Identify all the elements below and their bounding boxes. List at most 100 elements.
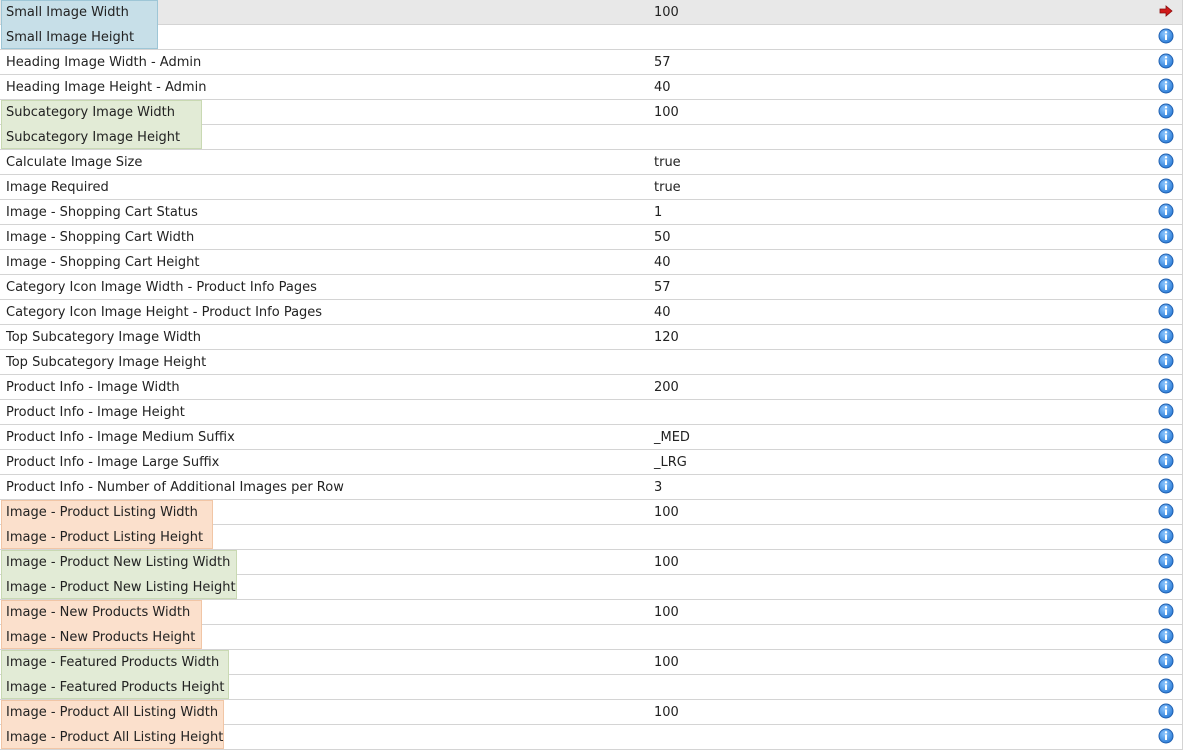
config-row[interactable]: Image - Product New Listing Width 100 (0, 550, 1183, 575)
config-row[interactable]: Subcategory Image Height (0, 124, 1183, 150)
config-row[interactable]: Image - New Products Height (0, 624, 1183, 650)
config-title: Image - New Products Width (6, 605, 191, 620)
info-icon[interactable] (1158, 103, 1174, 119)
config-value: 100 (654, 105, 679, 120)
config-title: Image - Product New Listing Width (6, 555, 231, 570)
config-value: 200 (654, 380, 679, 395)
config-value: 100 (654, 505, 679, 520)
config-title: Image - Product All Listing Height (6, 730, 224, 745)
config-row[interactable]: Product Info - Image Medium Suffix _MED (0, 425, 1183, 450)
config-row[interactable]: Image - Product All Listing Width 100 (0, 700, 1183, 725)
config-row[interactable]: Image - Product Listing Width 100 (0, 500, 1183, 525)
config-title: Heading Image Height - Admin (6, 80, 207, 95)
config-row[interactable]: Image - New Products Width 100 (0, 600, 1183, 625)
config-value: 3 (654, 480, 663, 495)
configuration-table: Small Image Width 100 Small Image Height He… (0, 0, 1183, 750)
config-title: Product Info - Image Medium Suffix (6, 430, 235, 445)
info-icon[interactable] (1158, 28, 1174, 44)
config-title: Heading Image Width - Admin (6, 55, 202, 70)
info-icon[interactable] (1158, 678, 1174, 694)
config-title: Image Required (6, 180, 109, 195)
info-icon[interactable] (1158, 128, 1174, 144)
config-row[interactable]: Small Image Width 100 (0, 0, 1183, 25)
config-title: Image - Shopping Cart Status (6, 205, 198, 220)
info-icon[interactable] (1158, 453, 1174, 469)
config-title: Small Image Height (6, 30, 135, 45)
info-icon[interactable] (1158, 628, 1174, 644)
config-title: Image - Shopping Cart Height (6, 255, 200, 270)
config-title: Image - Shopping Cart Width (6, 230, 195, 245)
arrow-right-icon[interactable] (1158, 3, 1174, 19)
config-row[interactable]: Top Subcategory Image Height (0, 350, 1183, 375)
config-title: Product Info - Number of Additional Imag… (6, 480, 344, 495)
config-title: Image - New Products Height (6, 630, 196, 645)
config-row[interactable]: Category Icon Image Height - Product Inf… (0, 300, 1183, 325)
config-row[interactable]: Image - Featured Products Width 100 (0, 650, 1183, 675)
config-title: Subcategory Image Width (6, 105, 175, 120)
config-row[interactable]: Subcategory Image Width 100 (0, 100, 1183, 125)
info-icon[interactable] (1158, 328, 1174, 344)
config-row[interactable]: Category Icon Image Width - Product Info… (0, 275, 1183, 300)
config-title: Calculate Image Size (6, 155, 143, 170)
info-icon[interactable] (1158, 78, 1174, 94)
info-icon[interactable] (1158, 178, 1174, 194)
info-icon[interactable] (1158, 253, 1174, 269)
config-value: 100 (654, 555, 679, 570)
config-row[interactable]: Product Info - Image Width 200 (0, 375, 1183, 400)
info-icon[interactable] (1158, 353, 1174, 369)
info-icon[interactable] (1158, 303, 1174, 319)
config-title: Subcategory Image Height (6, 130, 181, 145)
info-icon[interactable] (1158, 653, 1174, 669)
info-icon[interactable] (1158, 503, 1174, 519)
config-row[interactable]: Image - Shopping Cart Height 40 (0, 250, 1183, 275)
config-row[interactable]: Product Info - Image Large Suffix _LRG (0, 450, 1183, 475)
config-value: 50 (654, 230, 671, 245)
config-row[interactable]: Image - Product New Listing Height (0, 574, 1183, 600)
config-value: 57 (654, 280, 671, 295)
config-value: 100 (654, 5, 679, 20)
config-row[interactable]: Image - Shopping Cart Width 50 (0, 225, 1183, 250)
config-title: Image - Featured Products Width (6, 655, 220, 670)
info-icon[interactable] (1158, 403, 1174, 419)
info-icon[interactable] (1158, 528, 1174, 544)
info-icon[interactable] (1158, 703, 1174, 719)
config-title: Image - Product New Listing Height (6, 580, 236, 595)
config-row[interactable]: Heading Image Height - Admin 40 (0, 75, 1183, 100)
config-row[interactable]: Image - Featured Products Height (0, 674, 1183, 700)
info-icon[interactable] (1158, 53, 1174, 69)
config-title: Image - Product Listing Height (6, 530, 204, 545)
info-icon[interactable] (1158, 603, 1174, 619)
config-row[interactable]: Image - Shopping Cart Status 1 (0, 200, 1183, 225)
config-value: 57 (654, 55, 671, 70)
config-row[interactable]: Calculate Image Size true (0, 150, 1183, 175)
config-value: 40 (654, 305, 671, 320)
info-icon[interactable] (1158, 553, 1174, 569)
config-title: Image - Product Listing Width (6, 505, 198, 520)
config-value: _MED (654, 430, 690, 445)
info-icon[interactable] (1158, 428, 1174, 444)
config-row[interactable]: Top Subcategory Image Width 120 (0, 325, 1183, 350)
info-icon[interactable] (1158, 378, 1174, 394)
info-icon[interactable] (1158, 578, 1174, 594)
info-icon[interactable] (1158, 278, 1174, 294)
config-row[interactable]: Heading Image Width - Admin 57 (0, 50, 1183, 75)
config-title: Category Icon Image Width - Product Info… (6, 280, 317, 295)
config-row[interactable]: Product Info - Image Height (0, 400, 1183, 425)
info-icon[interactable] (1158, 728, 1174, 744)
info-icon[interactable] (1158, 478, 1174, 494)
config-title: Product Info - Image Width (6, 380, 180, 395)
config-value: 40 (654, 255, 671, 270)
config-value: 120 (654, 330, 679, 345)
info-icon[interactable] (1158, 203, 1174, 219)
info-icon[interactable] (1158, 228, 1174, 244)
config-value: 100 (654, 605, 679, 620)
config-row[interactable]: Image - Product All Listing Height (0, 724, 1183, 750)
config-value: 40 (654, 80, 671, 95)
config-title: Product Info - Image Height (6, 405, 185, 420)
config-row[interactable]: Small Image Height (0, 24, 1183, 50)
config-row[interactable]: Image Required true (0, 175, 1183, 200)
config-row[interactable]: Image - Product Listing Height (0, 524, 1183, 550)
config-value: _LRG (654, 455, 687, 470)
config-row[interactable]: Product Info - Number of Additional Imag… (0, 475, 1183, 500)
info-icon[interactable] (1158, 153, 1174, 169)
